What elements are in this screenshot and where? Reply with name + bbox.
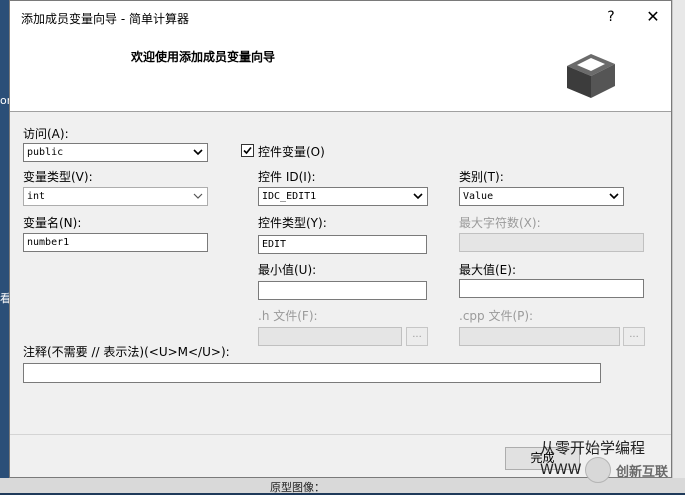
help-button[interactable]: ? <box>601 7 621 27</box>
brand-logo-icon <box>585 457 611 483</box>
window-title: 添加成员变量向导 - 简单计算器 <box>21 12 189 26</box>
close-button[interactable]: ✕ <box>643 7 663 27</box>
category-label: 类别(T): <box>459 170 504 184</box>
footer-divider <box>10 434 671 435</box>
category-select[interactable]: Value <box>459 187 624 206</box>
h-file-label: .h 文件(F): <box>258 309 318 323</box>
min-value-input[interactable] <box>258 281 427 300</box>
access-value: public <box>27 147 64 158</box>
control-type-field[interactable]: EDIT <box>258 235 427 254</box>
control-variable-checkbox[interactable] <box>241 144 254 157</box>
wizard-header: 欢迎使用添加成员变量向导 <box>10 33 671 112</box>
h-file-input[interactable] <box>258 327 402 346</box>
chevron-down-icon <box>193 149 203 156</box>
cpp-file-label: .cpp 文件(P): <box>459 309 534 323</box>
max-value-label: 最大值(E): <box>459 263 516 277</box>
control-variable-label: 控件变量(O) <box>258 145 325 159</box>
access-label: 访问(A): <box>23 127 69 141</box>
watermark-line2: WWW <box>540 462 582 478</box>
var-name-label: 变量名(N): <box>23 216 82 230</box>
h-file-browse-button[interactable]: ... <box>406 327 428 346</box>
control-id-select[interactable]: IDC_EDIT1 <box>258 187 428 206</box>
chevron-down-icon <box>413 193 423 200</box>
wizard-box-icon <box>567 54 615 98</box>
max-chars-label: 最大字符数(X): <box>459 216 541 230</box>
access-select[interactable]: public <box>23 143 208 162</box>
var-type-value: int <box>27 191 46 202</box>
category-value: Value <box>463 191 494 202</box>
chevron-down-icon <box>609 193 619 200</box>
background-taskbar <box>0 478 685 493</box>
chevron-down-icon <box>193 193 203 199</box>
background-panel <box>672 0 685 493</box>
control-type-label: 控件类型(Y): <box>258 216 327 230</box>
var-type-label: 变量类型(V): <box>23 170 93 184</box>
cpp-file-browse-button[interactable]: ... <box>623 327 645 346</box>
add-member-variable-dialog: 添加成员变量向导 - 简单计算器 ? ✕ 欢迎使用添加成员变量向导 访问(A):… <box>9 0 672 478</box>
comment-input[interactable] <box>23 363 601 383</box>
title-bar: 添加成员变量向导 - 简单计算器 ? ✕ <box>10 1 671 33</box>
var-name-input[interactable]: number1 <box>23 233 208 252</box>
min-value-label: 最小值(U): <box>258 263 317 277</box>
watermark-line1: 从零开始学编程 <box>540 439 646 457</box>
max-value-input[interactable] <box>459 279 644 298</box>
comment-label: 注释(不需要 // 表示法)(<U>M</U>): <box>23 345 230 359</box>
wizard-title: 欢迎使用添加成员变量向导 <box>131 50 276 64</box>
control-id-label: 控件 ID(I): <box>258 170 316 184</box>
control-id-value: IDC_EDIT1 <box>262 191 317 202</box>
brand-name: 创新互联 <box>616 465 669 480</box>
max-chars-input[interactable] <box>459 233 644 252</box>
checkmark-icon <box>243 146 252 155</box>
cpp-file-input[interactable] <box>459 327 620 346</box>
var-type-combo[interactable]: int <box>23 187 208 206</box>
